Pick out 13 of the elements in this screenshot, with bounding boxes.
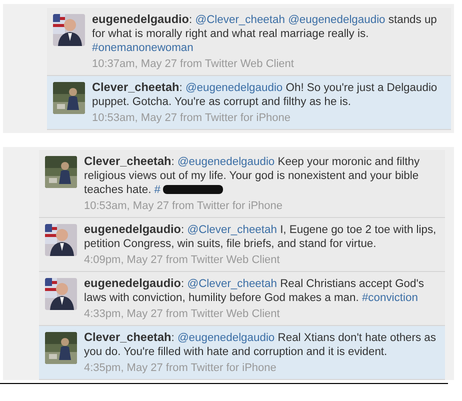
- tweet-meta: 10:53am, May 27 from Twitter for iPhone: [84, 199, 284, 214]
- tweet-meta: 10:37am, May 27 from Twitter Web Client: [92, 57, 295, 72]
- tweet-text: Clever_cheetah: @eugenedelgaudio Oh! So you're just a Delgaudio puppet. Gotcha. You're as corrupt and filthy as he is.: [92, 80, 438, 109]
- tweet-meta: 10:53am, May 27 from Twitter for iPhone: [92, 111, 292, 126]
- tweet-text: eugenedelgaudio: @Clever_cheetah Real Christians accept God's laws with conviction, humility before God makes a man. #conviction: [84, 276, 425, 305]
- tweet-meta: 4:33pm, May 27 from Twitter Web Client: [84, 307, 281, 322]
- tweet-text: eugenedelgaudio: @Clever_cheetah @eugenedelgaudio stands up for what is morally right and what real marriage really is. #onemanonewoman: [92, 12, 438, 55]
- tweet-meta: 4:09pm, May 27 from Twitter Web Client: [84, 253, 281, 268]
- redaction-mark: [162, 185, 223, 194]
- tweet-text: Clever_cheetah: @eugenedelgaudio Keep your moronic and filthy religious views out of my life. Your god is nonexistent and your bible teaches hate. #: [84, 154, 421, 197]
- tweet-text: eugenedelgaudio: @Clever_cheetah I, Eugene go toe 2 toe with lips, petition Congress, win suits, file briefs, and stand for virtue.: [84, 222, 438, 251]
- tweet-text: Clever_cheetah: @eugenedelgaudio Real Xtians don't hate others as you do. You're filled with hate and corruption and it is evident.: [84, 330, 438, 359]
- tweet-meta: 4:35pm, May 27 from Twitter for iPhone: [84, 361, 278, 376]
